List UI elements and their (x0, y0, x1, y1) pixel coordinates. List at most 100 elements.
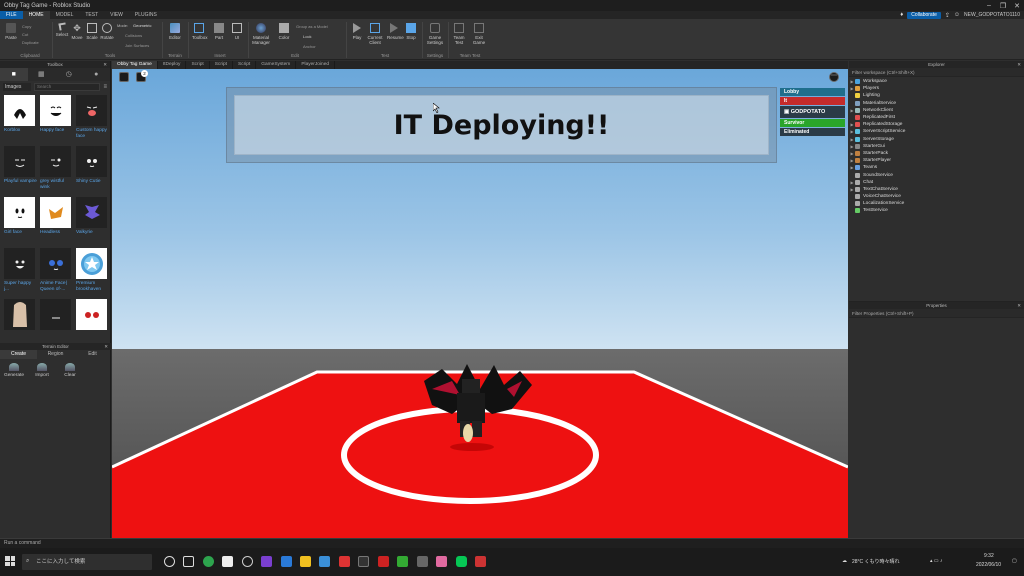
select-tool-button[interactable]: Select (55, 22, 69, 37)
ui-button[interactable]: UI (230, 23, 244, 40)
file-explorer-icon[interactable] (300, 556, 311, 567)
toolbox-item[interactable]: Girl face (4, 197, 37, 248)
terrain-editor-button[interactable]: Editor (168, 23, 182, 40)
move-tool-button[interactable]: ✥ Move (70, 23, 84, 40)
recent-tab[interactable]: ◷ (55, 68, 83, 81)
app-red-icon[interactable] (339, 556, 350, 567)
windows-start-icon[interactable] (5, 556, 15, 566)
explorer-node[interactable]: ReplicatedFirst (849, 114, 1024, 121)
toolbox-item[interactable]: Happy face (40, 95, 73, 146)
tab-playerjoined[interactable]: PlayerJoined (296, 61, 336, 69)
toolbox-item[interactable]: grey wistful wink (40, 146, 73, 197)
calendar-icon[interactable] (222, 556, 233, 567)
explorer-node[interactable]: SoundService (849, 171, 1024, 178)
toolbox-item[interactable]: Playful vampire (4, 146, 37, 197)
close-icon[interactable]: ✕ (1017, 302, 1021, 309)
generate-button[interactable]: Generate (3, 363, 25, 378)
menu-tab-test[interactable]: TEST (79, 11, 104, 19)
menu-tab-file[interactable]: FILE (0, 11, 23, 19)
explorer-node[interactable]: ▶ NetworkClient (849, 107, 1024, 114)
explorer-node[interactable]: LocalizationService (849, 200, 1024, 207)
bell-icon[interactable]: ♦ (900, 12, 903, 18)
toolbox-item[interactable]: Custom happy face (76, 95, 109, 146)
collaborate-button[interactable]: Collaborate (907, 11, 941, 19)
explorer-node[interactable]: ▶ ServerScriptService (849, 128, 1024, 135)
chrome-icon[interactable] (203, 556, 214, 567)
leaderboard-player[interactable]: ▣ GODPOTATO (780, 106, 845, 118)
category-select[interactable]: Images (3, 83, 31, 91)
anchor-button[interactable]: Anchor (303, 44, 316, 49)
menu-tab-home[interactable]: HOME (22, 11, 50, 19)
roblox-studio-icon[interactable] (319, 556, 330, 567)
tab-edit[interactable]: Edit (74, 350, 111, 359)
lock-button[interactable]: Lock (303, 34, 311, 39)
rotate-tool-button[interactable]: Rotate (100, 23, 114, 40)
explorer-node[interactable]: VoiceChatService (849, 193, 1024, 200)
tab-script[interactable]: Script (210, 61, 233, 69)
explorer-filter-input[interactable]: Filter workspace (Ctrl+Shift+X) (849, 68, 1024, 77)
explorer-node[interactable]: ▶ Chat (849, 179, 1024, 186)
explorer-node[interactable]: ▶ StarterPack (849, 150, 1024, 157)
menu-tab-plugins[interactable]: PLUGINS (129, 11, 163, 19)
tab-script[interactable]: Script (233, 61, 257, 69)
tab-gamesystem[interactable]: GameSystem (256, 61, 297, 69)
close-icon[interactable]: ✕ (1017, 61, 1021, 68)
toolbox-item[interactable]: Shiny Cutie (76, 146, 109, 197)
explorer-node[interactable]: ▶ StarterPlayer (849, 157, 1024, 164)
creations-tab[interactable]: ● (83, 68, 111, 81)
mail-icon[interactable] (281, 556, 292, 567)
join-surfaces-toggle[interactable]: Join Surfaces (125, 43, 149, 48)
close-icon[interactable]: ✕ (1010, 2, 1024, 10)
explorer-node[interactable]: ▶ Workspace (849, 78, 1024, 85)
toolbox-item[interactable]: Headless (40, 197, 73, 248)
close-icon[interactable]: ✕ (104, 343, 108, 350)
minimize-icon[interactable]: – (982, 2, 996, 9)
toolbox-search-input[interactable]: Search (34, 83, 101, 91)
app-purple-icon[interactable] (261, 556, 272, 567)
cut-button[interactable]: Cut (22, 32, 28, 37)
menu-tab-view[interactable]: VIEW (104, 11, 129, 19)
color-button[interactable]: Color (277, 23, 291, 40)
clock-time[interactable]: 9:32 (984, 553, 994, 559)
explorer-node[interactable]: Lighting (849, 92, 1024, 99)
toolbox-item[interactable]: Super happy j... (4, 248, 37, 299)
group-button[interactable]: Group as a Model (296, 24, 328, 29)
tab-script[interactable]: Script (186, 61, 210, 69)
scale-tool-button[interactable]: Scale (85, 23, 99, 40)
tab-create[interactable]: Create (0, 350, 37, 359)
resume-button[interactable]: Resume (387, 23, 404, 40)
paste-button[interactable]: Paste (4, 23, 18, 40)
clear-button[interactable]: Clear (59, 363, 81, 378)
clock-date[interactable]: 2022/06/10 (976, 562, 1001, 568)
exit-game-button[interactable]: Exit Game (472, 23, 486, 45)
game-viewport[interactable]: 2 ⋯ IT Deploying!! Lobby It ▣ GODPOTATO … (112, 69, 848, 538)
explorer-node[interactable]: ▶ Teams (849, 164, 1024, 171)
team-test-button[interactable]: Team Test (452, 23, 466, 45)
toolbox-button[interactable]: Toolbox (192, 23, 208, 40)
team-lobby[interactable]: Lobby (780, 88, 845, 96)
chat-button[interactable]: 2 (136, 70, 148, 82)
notification-icon[interactable]: ▢ (1012, 558, 1017, 564)
mode-select[interactable]: Geometric (133, 23, 151, 28)
team-eliminated[interactable]: Eliminated (780, 128, 845, 136)
toolbox-item[interactable]: Valkyrie (76, 197, 109, 248)
collisions-toggle[interactable]: Collisions (125, 33, 142, 38)
explorer-node[interactable]: ▶ TextChatService (849, 186, 1024, 193)
team-survivor[interactable]: Survivor (780, 119, 845, 127)
app-red2-icon[interactable] (475, 556, 486, 567)
task-view-icon[interactable] (183, 556, 194, 567)
part-button[interactable]: Part (212, 23, 226, 40)
marketplace-tab[interactable]: ▦ (28, 68, 56, 81)
current-client-button[interactable]: Current Client (366, 23, 384, 45)
user-name[interactable]: NEW_GODPOTATO1110 (964, 12, 1020, 18)
close-icon[interactable]: ✕ (103, 61, 107, 68)
filter-icon[interactable]: ≡ (103, 84, 107, 90)
material-manager-button[interactable]: Material Manager (252, 23, 270, 45)
explorer-node[interactable]: ▶ ReplicatedStorage (849, 121, 1024, 128)
acrobat-icon[interactable] (378, 556, 389, 567)
minecraft-icon[interactable] (397, 556, 408, 567)
explorer-node[interactable]: ▶ StarterGui (849, 143, 1024, 150)
share-icon[interactable]: ⇪ (945, 12, 950, 19)
play-button[interactable]: Play (350, 23, 364, 40)
inventory-tab[interactable]: ■ (0, 68, 28, 81)
